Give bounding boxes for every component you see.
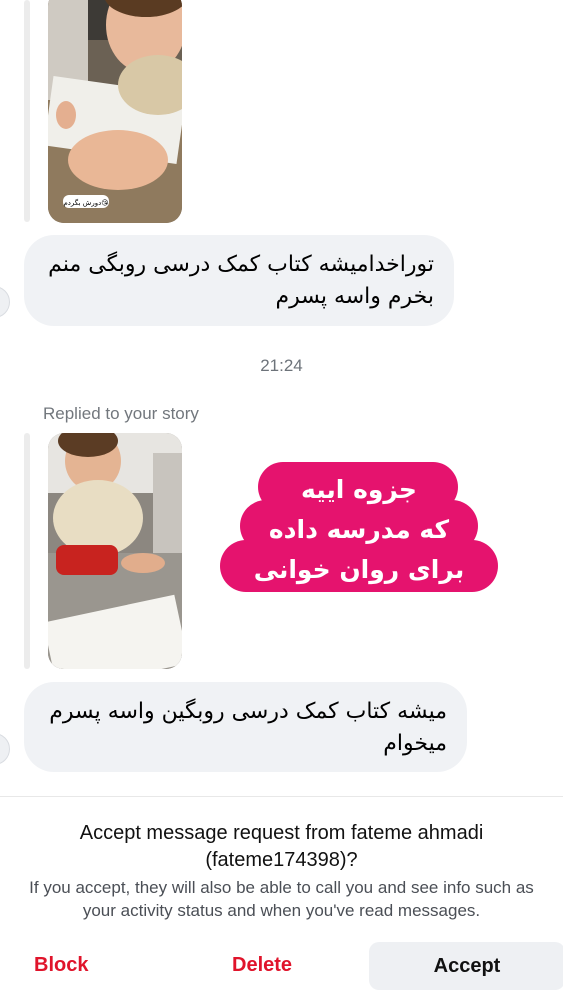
message-bubble[interactable]: میشه کتاب کمک درسی روبگین واسه پسرم میخو… [24, 682, 467, 772]
story-caption-sticker: جزوه اییه که مدرسه داده برای روان خوانی [220, 462, 498, 592]
delete-button[interactable]: Delete [232, 954, 292, 977]
request-title-line: (fateme174398)? [205, 849, 358, 871]
message-text-line: میشه کتاب کمک درسی روبگین واسه پسرم [49, 699, 447, 724]
message-bubble[interactable]: توراخدامیشه کتاب کمک درسی روبگی منم بخرم… [24, 235, 454, 326]
request-description-line: your activity status and when you've rea… [82, 901, 481, 920]
accept-button[interactable]: Accept [369, 942, 563, 990]
message-thread: دورش بگردم😘 توراخدامیشه کتاب کمک درسی رو… [0, 0, 563, 795]
story-photo-child-reading [48, 433, 182, 669]
story-reply-bar [24, 433, 30, 669]
request-description: If you accept, they will also be able to… [0, 876, 563, 922]
message-text-line: بخرم واسه پسرم [275, 284, 434, 309]
sender-avatar[interactable] [0, 286, 10, 318]
request-title: Accept message request from fateme ahmad… [0, 820, 563, 874]
story-photo-child-writing: دورش بگردم😘 [48, 0, 182, 223]
timestamp: 21:24 [260, 356, 303, 375]
story-caption-line: برای روان خوانی [254, 555, 465, 585]
story-sticker-text: دورش بگردم😘 [63, 198, 108, 207]
message-text-line: میخوام [383, 731, 447, 756]
block-button[interactable]: Block [34, 954, 88, 977]
story-caption-line: جزوه اییه [301, 475, 417, 505]
message-text-line: توراخدامیشه کتاب کمک درسی روبگی منم [48, 252, 434, 277]
story-thumbnail[interactable] [48, 433, 182, 669]
request-description-line: If you accept, they will also be able to… [29, 878, 534, 897]
story-reply-bar [24, 0, 30, 222]
story-thumbnail[interactable]: دورش بگردم😘 [48, 0, 182, 223]
story-caption-line: که مدرسه داده [269, 515, 450, 544]
replied-to-story-label: Replied to your story [43, 404, 199, 423]
message-request-panel: Accept message request from fateme ahmad… [0, 796, 563, 1001]
sender-avatar[interactable] [0, 733, 10, 765]
request-title-line: Accept message request from fateme ahmad… [79, 822, 484, 844]
